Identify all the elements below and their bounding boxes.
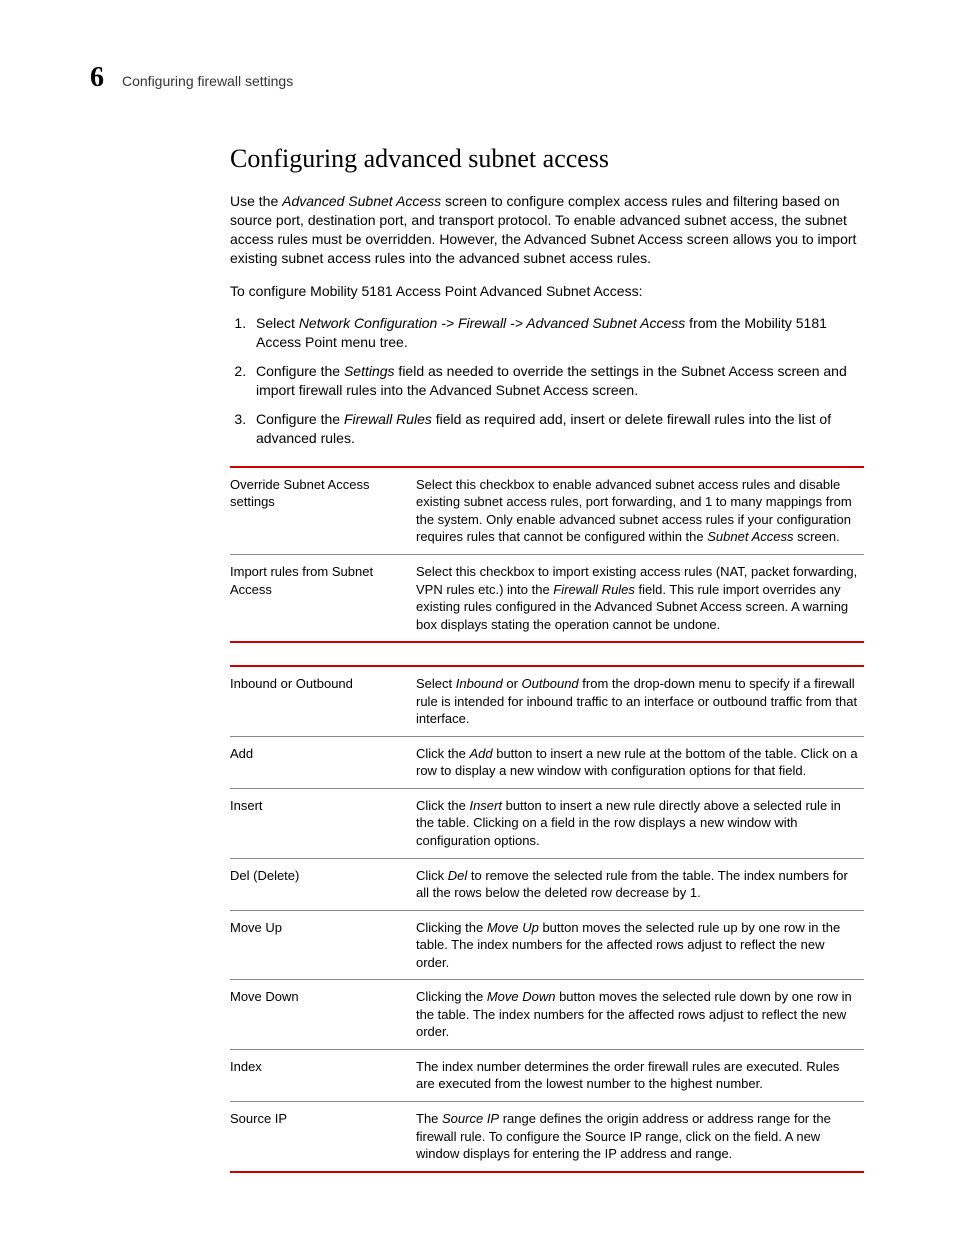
term-cell: Source IP — [230, 1102, 416, 1172]
table-spacer — [230, 643, 864, 657]
table-row: Inbound or Outbound Select Inbound or Ou… — [230, 666, 864, 736]
step-item: Configure the Firewall Rules field as re… — [250, 410, 864, 448]
rules-table: Inbound or Outbound Select Inbound or Ou… — [230, 665, 864, 1172]
table-row: Move Down Clicking the Move Down button … — [230, 980, 864, 1050]
content-area: Configuring advanced subnet access Use t… — [230, 144, 864, 1173]
intro-paragraph: Use the Advanced Subnet Access screen to… — [230, 192, 864, 268]
term-cell: Del (Delete) — [230, 858, 416, 910]
term-cell: Import rules from Subnet Access — [230, 554, 416, 642]
desc-cell: Click Del to remove the selected rule fr… — [416, 858, 864, 910]
desc-cell: Clicking the Move Up button moves the se… — [416, 910, 864, 980]
table-row: Index The index number determines the or… — [230, 1049, 864, 1101]
page: 6 Configuring firewall settings Configur… — [0, 0, 954, 1253]
desc-cell: Click the Add button to insert a new rul… — [416, 736, 864, 788]
table-row: Source IP The Source IP range defines th… — [230, 1102, 864, 1172]
desc-cell: Select Inbound or Outbound from the drop… — [416, 666, 864, 736]
desc-cell: Click the Insert button to insert a new … — [416, 788, 864, 858]
term-cell: Inbound or Outbound — [230, 666, 416, 736]
desc-cell: Clicking the Move Down button moves the … — [416, 980, 864, 1050]
chapter-title: Configuring firewall settings — [122, 73, 293, 89]
term-cell: Index — [230, 1049, 416, 1101]
desc-cell: The Source IP range defines the origin a… — [416, 1102, 864, 1172]
table-row: Import rules from Subnet Access Select t… — [230, 554, 864, 642]
term-cell: Insert — [230, 788, 416, 858]
desc-cell: The index number determines the order fi… — [416, 1049, 864, 1101]
table-row: Del (Delete) Click Del to remove the sel… — [230, 858, 864, 910]
table-row: Insert Click the Insert button to insert… — [230, 788, 864, 858]
desc-cell: Select this checkbox to import existing … — [416, 554, 864, 642]
term-cell: Move Up — [230, 910, 416, 980]
term-cell: Add — [230, 736, 416, 788]
table-row: Move Up Clicking the Move Up button move… — [230, 910, 864, 980]
step-item: Select Network Configuration -> Firewall… — [250, 314, 864, 352]
steps-list: Select Network Configuration -> Firewall… — [230, 314, 864, 447]
running-header: 6 Configuring firewall settings — [90, 62, 864, 94]
table-row: Add Click the Add button to insert a new… — [230, 736, 864, 788]
term-cell: Move Down — [230, 980, 416, 1050]
table-row: Override Subnet Access settings Select t… — [230, 467, 864, 555]
desc-cell: Select this checkbox to enable advanced … — [416, 467, 864, 555]
chapter-number: 6 — [90, 62, 104, 94]
section-title: Configuring advanced subnet access — [230, 144, 864, 174]
settings-table: Override Subnet Access settings Select t… — [230, 466, 864, 643]
step-item: Configure the Settings field as needed t… — [250, 362, 864, 400]
term-cell: Override Subnet Access settings — [230, 467, 416, 555]
lead-paragraph: To configure Mobility 5181 Access Point … — [230, 282, 864, 301]
